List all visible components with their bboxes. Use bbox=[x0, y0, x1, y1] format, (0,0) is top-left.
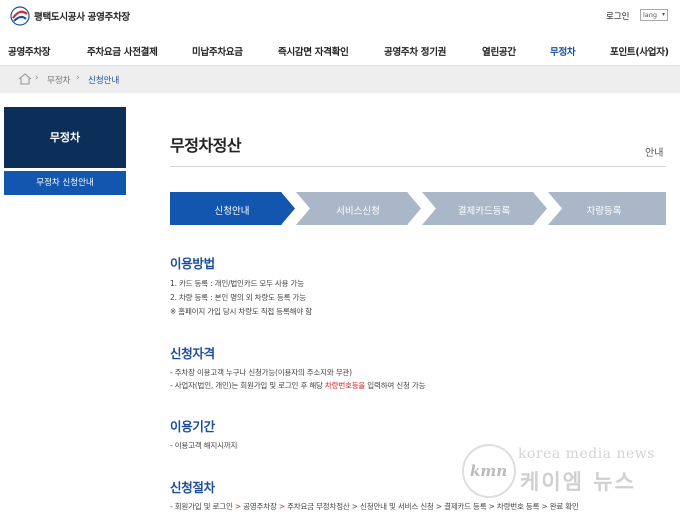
sidebar-title: 무정차 bbox=[4, 107, 126, 168]
language-select-value: lang bbox=[643, 11, 658, 19]
step-indicator: 신청안내 서비스신청 결제카드등록 차량등록 bbox=[170, 192, 666, 225]
procedure-step-text: 공영주차장 bbox=[243, 502, 277, 511]
procedure-line: - 회원가입 및 로그인 > 공영주차장 > 주차요금 무정차정산 > 신청안내… bbox=[170, 501, 579, 512]
step-1-label: 신청안내 bbox=[214, 206, 250, 217]
watermark-english-text: korea media news bbox=[518, 446, 655, 462]
chevron-down-icon: ▾ bbox=[661, 11, 665, 18]
step-3-label: 결제카드등록 bbox=[457, 206, 511, 217]
usage-note: ※ 홈페이지 가입 당시 차량도 직접 등록해야 함 bbox=[170, 307, 312, 316]
divider bbox=[170, 166, 666, 167]
procedure-step-text: - 회원가입 및 로그인 bbox=[170, 502, 233, 511]
procedure-arrow: > bbox=[234, 502, 241, 511]
step-2-label: 서비스신청 bbox=[336, 206, 380, 217]
breadcrumb: › 무정차 › 신청안내 bbox=[0, 66, 680, 93]
section-title-usage: 이용방법 bbox=[170, 256, 215, 271]
step-4-label: 차량등록 bbox=[586, 206, 622, 217]
breadcrumb-item-current: 신청안내 bbox=[88, 76, 120, 86]
nav-item-season-pass[interactable]: 공영주차 정기권 bbox=[384, 44, 446, 58]
page-subtitle: 안내 bbox=[645, 148, 664, 159]
breadcrumb-item-nonstop[interactable]: 무정차 bbox=[47, 74, 70, 86]
watermark-korean-text: 케이엠 뉴스 bbox=[520, 470, 636, 494]
main-nav: 공영주차장 주차요금 사전결제 미납주차요금 즉시감면 자격확인 공영주차 정기… bbox=[0, 34, 680, 66]
pyeongtaek-logo-icon bbox=[10, 6, 30, 26]
logo-text: 평택도시공사 공영주차장 bbox=[34, 12, 130, 23]
nav-item-nonstop[interactable]: 무정차 bbox=[550, 44, 576, 58]
watermark-logo-text: kmn bbox=[470, 462, 508, 480]
watermark: kmn korea media news 케이엠 뉴스 bbox=[462, 440, 672, 500]
eligibility-highlight: 차량번호등을 bbox=[324, 381, 366, 390]
login-link[interactable]: 로그인 bbox=[606, 10, 629, 22]
section-title-period: 이용기간 bbox=[170, 419, 215, 434]
usage-line-1: 1. 카드 등록 : 개인/법인카드 모두 사용 가능 bbox=[170, 279, 304, 288]
nav-item-public-parking[interactable]: 공영주차장 bbox=[8, 44, 51, 58]
chevron-right-icon: › bbox=[35, 73, 39, 83]
section-title-procedure: 신청절차 bbox=[170, 480, 215, 495]
site-logo[interactable]: 평택도시공사 공영주차장 bbox=[10, 6, 130, 26]
period-line: - 이용고객 해지시까지 bbox=[170, 441, 238, 450]
chevron-right-icon: › bbox=[76, 73, 80, 83]
procedure-arrow: > bbox=[278, 502, 285, 511]
eligibility-line-2: - 사업자(법인, 개인)는 회원가입 및 로그인 후 해당 차량번호등을 입력… bbox=[170, 380, 425, 391]
language-select[interactable]: lang ▾ bbox=[640, 9, 668, 21]
section-title-eligibility: 신청자격 bbox=[170, 346, 215, 361]
eligibility-line-1: - 주차장 이용고객 누구나 신청가능(이용자의 주소지와 무관) bbox=[170, 368, 352, 377]
procedure-step-text: 주차요금 무정차정산 > 신청안내 및 서비스 신청 > 결제카드 등록 > 차… bbox=[287, 502, 579, 511]
nav-item-prepayment[interactable]: 주차요금 사전결제 bbox=[87, 44, 158, 58]
nav-item-points[interactable]: 포인트(사업자) bbox=[610, 44, 669, 58]
top-bar: 평택도시공사 공영주차장 로그인 lang ▾ bbox=[0, 0, 680, 34]
sidebar-item-nonstop-guide[interactable]: 무정차 신청안내 bbox=[4, 171, 126, 195]
nav-item-discount-check[interactable]: 즉시감면 자격확인 bbox=[278, 44, 349, 58]
nav-item-open-space[interactable]: 열린공간 bbox=[482, 44, 516, 58]
page-title: 무정차정산 bbox=[170, 136, 242, 155]
nav-item-unpaid-fees[interactable]: 미납주차요금 bbox=[192, 44, 243, 58]
eligibility-line-2-text-b: 입력하여 신청 가능 bbox=[365, 381, 426, 390]
usage-line-2: 2. 차량 등록 : 본인 명의 외 차량도 등록 가능 bbox=[170, 293, 306, 302]
watermark-logo-circle bbox=[462, 444, 516, 498]
home-icon[interactable] bbox=[18, 73, 32, 85]
eligibility-line-2-text-a: - 사업자(법인, 개인)는 회원가입 및 로그인 후 해당 bbox=[170, 381, 325, 390]
